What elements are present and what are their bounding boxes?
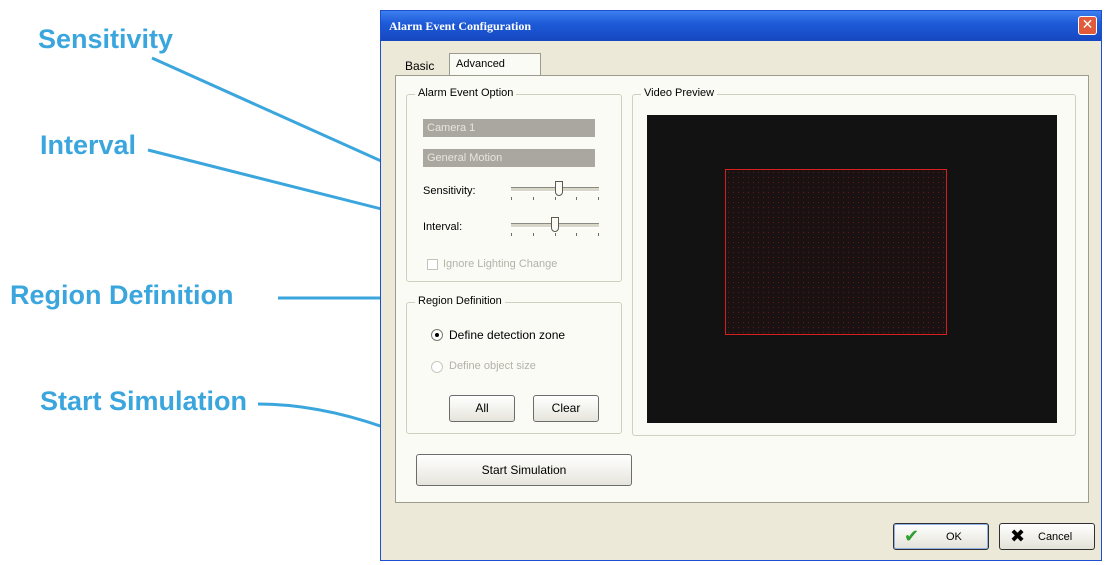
video-preview-group: Video Preview	[632, 87, 1076, 436]
interval-label: Interval:	[423, 221, 463, 233]
tab-advanced[interactable]: Advanced	[449, 53, 541, 77]
sensitivity-slider[interactable]	[511, 181, 601, 201]
ok-label: OK	[946, 531, 962, 543]
define-detection-zone-label[interactable]: Define detection zone	[449, 328, 565, 342]
all-button[interactable]: All	[449, 395, 515, 422]
ignore-lighting-label: Ignore Lighting Change	[443, 258, 558, 270]
ignore-lighting-checkbox[interactable]	[427, 259, 438, 270]
clear-button[interactable]: Clear	[533, 395, 599, 422]
event-type-field: General Motion	[423, 149, 595, 167]
alarm-event-option-group: Alarm Event Option Camera 1 General Moti…	[406, 87, 622, 282]
camera-field: Camera 1	[423, 119, 595, 137]
close-icon: ✕	[1081, 17, 1094, 33]
interval-slider[interactable]	[511, 217, 601, 237]
sensitivity-label: Sensitivity:	[423, 185, 476, 197]
define-detection-zone-radio[interactable]	[431, 329, 443, 341]
window-title: Alarm Event Configuration	[389, 19, 531, 33]
title-bar[interactable]: Alarm Event Configuration ✕	[381, 11, 1101, 41]
checkmark-icon: ✔	[904, 526, 920, 547]
region-definition-group: Region Definition Define detection zone …	[406, 295, 622, 434]
tab-basic[interactable]: Basic	[405, 59, 434, 73]
detection-zone[interactable]	[725, 169, 947, 335]
start-simulation-button[interactable]: Start Simulation	[416, 454, 632, 486]
callout-region-definition: Region Definition	[10, 280, 234, 310]
close-button[interactable]: ✕	[1078, 16, 1097, 35]
sensitivity-slider-thumb[interactable]	[555, 181, 563, 196]
define-object-size-label[interactable]: Define object size	[449, 360, 536, 372]
alarm-event-option-title: Alarm Event Option	[415, 87, 517, 99]
cancel-button[interactable]: ✖ Cancel	[999, 523, 1095, 550]
callout-start-simulation: Start Simulation	[40, 386, 248, 416]
define-object-size-radio[interactable]	[431, 361, 443, 373]
ok-button[interactable]: ✔ OK	[893, 523, 989, 550]
callout-interval: Interval	[40, 130, 137, 160]
cancel-label: Cancel	[1038, 531, 1073, 543]
advanced-tab-panel: Alarm Event Option Camera 1 General Moti…	[395, 75, 1089, 503]
x-mark-icon: ✖	[1010, 526, 1026, 547]
video-preview-area[interactable]	[647, 115, 1057, 423]
interval-slider-thumb[interactable]	[551, 217, 559, 232]
alarm-event-configuration-window: Alarm Event Configuration ✕ Basic Advanc…	[380, 10, 1102, 561]
video-preview-title: Video Preview	[641, 87, 718, 99]
callout-sensitivity: Sensitivity	[38, 24, 174, 54]
region-definition-title: Region Definition	[415, 295, 505, 307]
